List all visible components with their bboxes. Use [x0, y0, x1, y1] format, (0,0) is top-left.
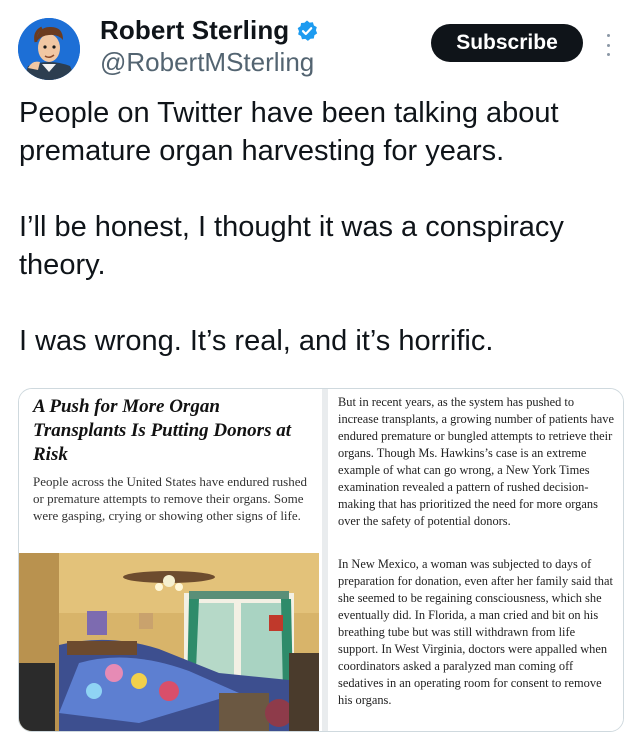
article-dek: People across the United States have end… [33, 474, 308, 523]
subscribe-button[interactable]: Subscribe [431, 24, 583, 62]
verified-badge-icon [297, 20, 318, 41]
article-body-paragraph: But in recent years, as the system has p… [338, 395, 614, 528]
tweet-text: People on Twitter have been talking abou… [19, 94, 624, 360]
article-headline-panel[interactable]: A Push for More Organ Transplants Is Put… [19, 389, 319, 731]
tweet-paragraph: I’ll be honest, I thought it was a consp… [19, 211, 564, 281]
bedroom-photo-icon[interactable] [19, 553, 319, 731]
author-name-row[interactable]: Robert Sterling [100, 15, 319, 46]
author-display-name[interactable]: Robert Sterling [100, 15, 289, 46]
author-handle[interactable]: @RobertMSterling [100, 47, 314, 78]
more-dot [606, 43, 610, 47]
cartoon-man-avatar-icon [18, 18, 80, 80]
tweet-paragraph: I was wrong. It’s real, and it’s horrifi… [19, 325, 494, 357]
article-body-paragraph: In New Mexico, a woman was subjected to … [338, 557, 613, 707]
article-screenshot-card[interactable]: A Push for More Organ Transplants Is Put… [18, 388, 624, 732]
bedroom-photo [19, 553, 319, 731]
more-vertical-icon[interactable] [602, 34, 614, 56]
avatar[interactable] [18, 18, 80, 80]
article-body-panel[interactable]: But in recent years, as the system has p… [328, 389, 623, 731]
article-headline: A Push for More Organ Transplants Is Put… [33, 396, 291, 465]
more-dot [606, 53, 610, 56]
tweet-paragraph: People on Twitter have been talking abou… [19, 97, 559, 167]
more-dot [606, 34, 610, 37]
